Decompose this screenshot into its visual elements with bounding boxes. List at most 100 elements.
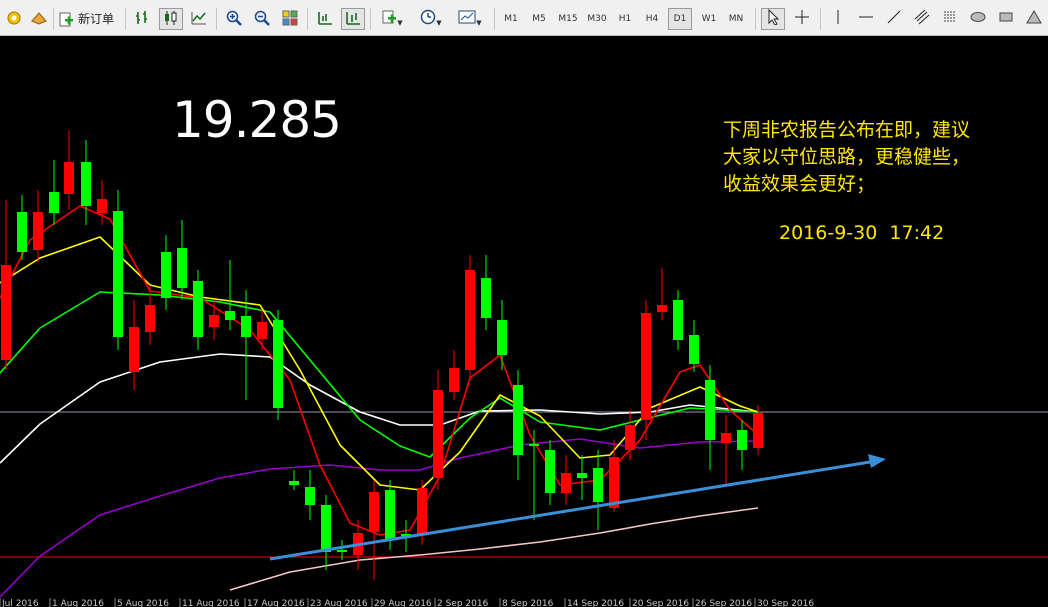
candle-body	[273, 320, 283, 408]
bar-chart-icon[interactable]	[131, 8, 155, 30]
candle-body	[625, 425, 635, 450]
x-axis-label: 23 Aug 2016	[310, 599, 368, 607]
candle-body	[705, 380, 715, 440]
trendline-arrowhead	[868, 454, 886, 468]
new-order-label: 新订单	[77, 12, 114, 26]
candle-body	[337, 550, 347, 552]
candle-body	[497, 320, 507, 355]
timeframe-h4[interactable]: H4	[641, 8, 663, 30]
candle-body	[81, 162, 91, 206]
ellipse-icon[interactable]	[966, 8, 990, 30]
fibonacci-icon[interactable]	[938, 8, 962, 30]
candle-body	[97, 199, 107, 213]
timeframe-w1[interactable]: W1	[697, 8, 721, 30]
x-axis-label: 11 Aug 2016	[182, 599, 240, 607]
candle-body	[145, 305, 155, 332]
new-chart-icon[interactable]	[3, 8, 25, 30]
candle-body	[593, 468, 603, 502]
x-axis-label: 26 Sep 2016	[695, 599, 752, 607]
ma120-line	[229, 507, 759, 591]
crosshair-icon[interactable]	[790, 8, 814, 30]
line-chart-icon[interactable]	[187, 8, 211, 30]
tile-windows-icon[interactable]	[278, 8, 302, 30]
rectangle-icon[interactable]	[994, 8, 1018, 30]
candle-body	[1, 265, 11, 360]
timeframe-d1[interactable]: D1	[668, 8, 692, 30]
candle-body	[561, 473, 571, 493]
periods-dropdown[interactable]: ▼	[414, 8, 448, 30]
trendline-icon[interactable]	[882, 8, 906, 30]
candlestick-chart-icon[interactable]	[159, 8, 183, 30]
candle-body	[417, 488, 427, 535]
x-axis-label: 2 Sep 2016	[437, 599, 489, 607]
triangle-icon[interactable]	[1022, 8, 1046, 30]
x-axis-label: 8 Sep 2016	[502, 599, 554, 607]
note-line-1: 下周非农报告公布在即，建议	[723, 119, 971, 141]
candle-body	[753, 413, 763, 448]
candle-body	[321, 505, 331, 552]
vertical-line-icon[interactable]	[826, 8, 850, 30]
candle-body	[49, 192, 59, 213]
cursor-icon[interactable]	[761, 8, 785, 30]
candle-body	[609, 457, 619, 508]
candle-body	[689, 335, 699, 364]
new-order-icon	[58, 12, 74, 28]
chevron-down-icon: ▼	[436, 19, 442, 27]
candle-body	[449, 368, 459, 392]
auto-scroll-icon[interactable]	[313, 8, 337, 30]
x-axis-label: 20 Sep 2016	[632, 599, 689, 607]
timeframe-m1[interactable]: M1	[500, 8, 522, 30]
candle-body	[641, 313, 651, 420]
equidistant-channel-icon[interactable]	[910, 8, 934, 30]
candle-body	[545, 450, 555, 493]
x-axis-label: 1 Aug 2016	[52, 599, 104, 607]
timeframe-m30[interactable]: M30	[584, 8, 610, 30]
candle-body	[369, 492, 379, 532]
note-line-2: 大家以守位思路，更稳健些，	[723, 146, 971, 168]
chart-shift-icon[interactable]	[341, 8, 365, 30]
timeframe-m15[interactable]: M15	[555, 8, 581, 30]
candle-body	[673, 300, 683, 340]
indicators-dropdown[interactable]: ▼	[376, 8, 408, 30]
candle-body	[33, 212, 43, 250]
profiles-icon[interactable]	[28, 8, 50, 30]
zoom-in-icon[interactable]	[222, 8, 246, 30]
timeframe-h1[interactable]: H1	[614, 8, 636, 30]
x-axis-label: 14 Sep 2016	[567, 599, 624, 607]
timeframe-mn[interactable]: MN	[724, 8, 748, 30]
candle-body	[64, 162, 74, 194]
candle-body	[129, 327, 139, 372]
zoom-out-icon[interactable]	[250, 8, 274, 30]
candle-body	[241, 316, 251, 337]
candle-body	[465, 270, 475, 370]
chevron-down-icon: ▼	[476, 19, 482, 27]
candle-body	[721, 433, 731, 443]
candle-body	[513, 385, 523, 455]
candle-body	[737, 430, 747, 450]
timeframe-m5[interactable]: M5	[528, 8, 550, 30]
new-order-button[interactable]: 新订单	[58, 8, 118, 30]
horizontal-line-icon[interactable]	[854, 8, 878, 30]
candle-body	[289, 481, 299, 485]
candle-body	[177, 248, 187, 288]
x-axis-label: 5 Aug 2016	[117, 599, 169, 607]
chevron-down-icon: ▼	[397, 19, 403, 27]
candle-body	[529, 444, 539, 446]
candle-body	[161, 252, 171, 298]
x-axis-label: 30 Sep 2016	[757, 599, 814, 607]
candle-body	[193, 281, 203, 337]
note-line-3: 收益效果会更好；	[723, 173, 876, 195]
candle-body	[577, 473, 587, 478]
price-label: 19.285	[172, 91, 342, 149]
x-axis-label: 17 Aug 2016	[247, 599, 305, 607]
candle-body	[433, 390, 443, 478]
candle-body	[657, 305, 667, 312]
candle-body	[209, 315, 219, 327]
candle-body	[225, 311, 235, 320]
datetime-label: 2016-9-30 17:42	[779, 222, 945, 244]
candle-body	[17, 212, 27, 252]
candle-body	[385, 490, 395, 540]
candle-body	[305, 487, 315, 505]
templates-dropdown[interactable]: ▼	[453, 8, 487, 30]
candle-body	[257, 322, 267, 339]
